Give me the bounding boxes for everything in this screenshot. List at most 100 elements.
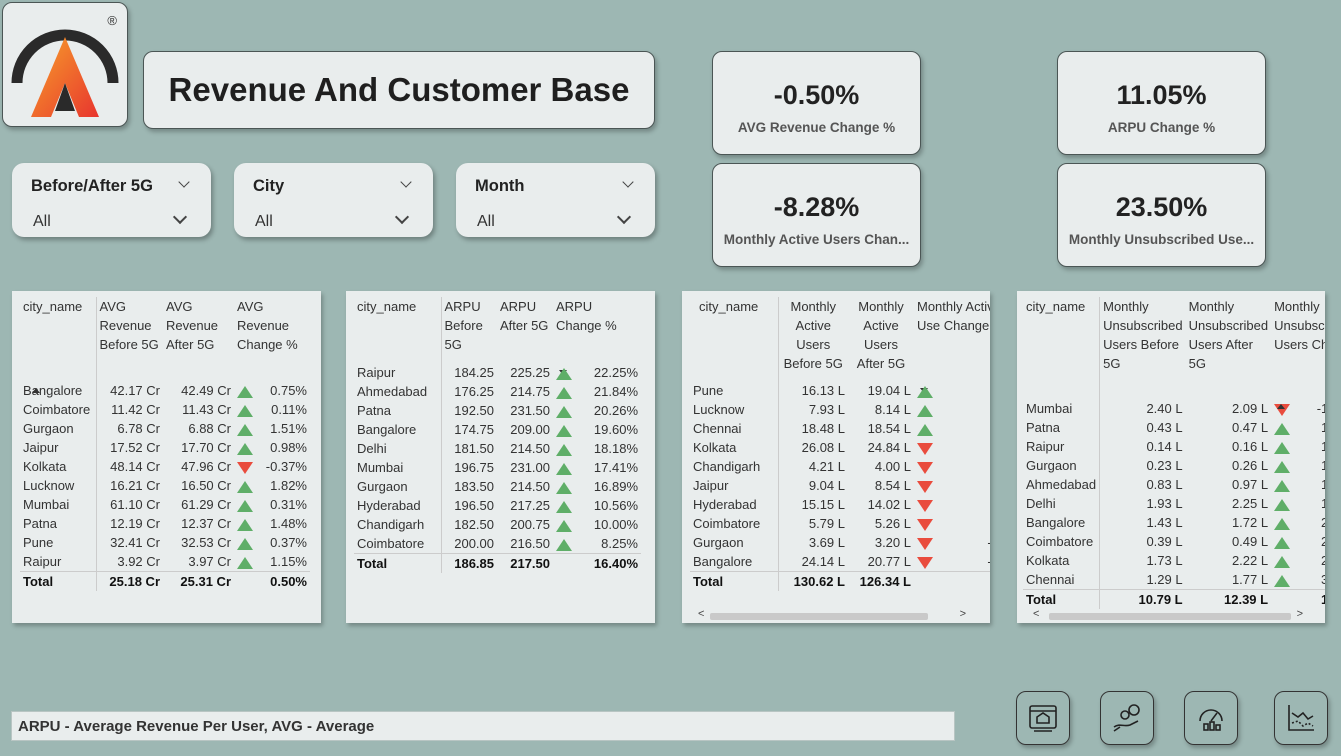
table-row[interactable]: Bangalore 24.14 L 20.77 L -13.9 bbox=[690, 552, 990, 572]
table-row[interactable]: Bangalore 42.17 Cr 42.49 Cr 0.75% bbox=[20, 381, 310, 400]
table-row[interactable]: Ahmedabad 176.25 214.75 21.84% bbox=[354, 382, 641, 401]
chevron-down-icon[interactable] bbox=[400, 176, 412, 188]
table-row[interactable]: Gurgaon 0.23 L 0.26 L 12.09 bbox=[1023, 456, 1325, 475]
trend-up-icon bbox=[237, 480, 253, 493]
chevron-down-icon[interactable] bbox=[178, 176, 190, 188]
slicer-before-after-5g[interactable]: Before/After 5G All bbox=[12, 163, 211, 237]
table-row[interactable]: Ahmedabad 0.83 L 0.97 L 16.27 bbox=[1023, 475, 1325, 494]
table-row[interactable]: Patna 192.50 231.50 20.26% bbox=[354, 401, 641, 420]
unsubscribed-users-table[interactable]: city_name Monthly Unsubscribed Users Bef… bbox=[1017, 291, 1325, 623]
cell-change: 0.3 bbox=[936, 419, 990, 438]
column-header-arpu-change[interactable]: ARPU Change % bbox=[553, 297, 641, 375]
column-header-city-name[interactable]: city_name bbox=[20, 297, 97, 393]
scroll-right-arrow-icon[interactable]: > bbox=[960, 608, 966, 620]
table-row[interactable]: Coimbatore 5.79 L 5.26 L -9.2 bbox=[690, 514, 990, 533]
horizontal-scrollbar[interactable]: < > bbox=[682, 608, 990, 623]
table-row[interactable]: Hyderabad 15.15 L 14.02 L -7.4 bbox=[690, 495, 990, 514]
nav-users-button[interactable] bbox=[1184, 691, 1238, 745]
column-header-active-change[interactable]: Monthly Active Use Change % bbox=[914, 297, 990, 393]
table-row[interactable]: Pune 16.13 L 19.04 L 18.0 bbox=[690, 381, 990, 400]
cell-before: 3.92 Cr bbox=[117, 554, 160, 569]
cell-change: 10.56% bbox=[593, 498, 638, 513]
money-hand-icon bbox=[1113, 704, 1140, 732]
column-header-arpu-after[interactable]: ARPU After 5G bbox=[497, 297, 553, 363]
scrollbar-thumb[interactable] bbox=[710, 613, 928, 620]
column-header-city-name[interactable]: city_name bbox=[1023, 297, 1101, 399]
slicer-value[interactable]: All bbox=[477, 213, 495, 231]
column-header-arpu-before[interactable]: ARPU Before 5G bbox=[441, 297, 497, 363]
scroll-left-arrow-icon[interactable]: < bbox=[698, 608, 704, 620]
column-header-unsub-before[interactable]: Monthly Unsubscribed Users Before 5G bbox=[1100, 297, 1186, 399]
table-row[interactable]: Hyderabad 196.50 217.25 10.56% bbox=[354, 496, 641, 515]
sort-ascending-icon[interactable] bbox=[32, 388, 40, 393]
nav-trends-button[interactable] bbox=[1274, 691, 1328, 745]
table-row[interactable]: Kolkata 26.08 L 24.84 L -4.7 bbox=[690, 438, 990, 457]
nav-home-button[interactable] bbox=[1016, 691, 1070, 745]
cell-after: 0.49 L bbox=[1231, 534, 1269, 549]
table-row[interactable]: Bangalore 1.43 L 1.72 L 20.67 bbox=[1023, 513, 1325, 532]
table-row[interactable]: Raipur 184.25 225.25 22.25% bbox=[354, 363, 641, 382]
trend-up-icon bbox=[556, 443, 572, 456]
scroll-right-arrow-icon[interactable]: > bbox=[1297, 608, 1303, 620]
slicer-value[interactable]: All bbox=[33, 213, 51, 231]
column-header-revenue-after[interactable]: AVG Revenue After 5G bbox=[163, 297, 234, 381]
table-row[interactable]: Lucknow 7.93 L 8.14 L 2.6 bbox=[690, 400, 990, 419]
column-header-revenue-change[interactable]: AVG Revenue Change % bbox=[234, 297, 310, 381]
scrollbar-thumb[interactable] bbox=[1049, 613, 1291, 620]
cell-city: Coimbatore bbox=[690, 514, 779, 533]
column-header-active-after[interactable]: Monthly Active Users After 5G bbox=[848, 297, 914, 381]
horizontal-scrollbar[interactable]: < > bbox=[1017, 608, 1325, 623]
table-row[interactable]: Raipur 0.14 L 0.16 L 10.53 bbox=[1023, 437, 1325, 456]
table-row[interactable]: Gurgaon 3.69 L 3.20 L -13.0 bbox=[690, 533, 990, 552]
active-users-table[interactable]: city_name Monthly Active Users Before 5G… bbox=[682, 291, 990, 623]
total-row: Total130.62 L126.34 L -3.2 bbox=[690, 571, 990, 591]
nav-revenue-button[interactable] bbox=[1100, 691, 1154, 745]
table-row[interactable]: Kolkata 1.73 L 2.22 L 27.85 bbox=[1023, 551, 1325, 570]
sort-ascending-icon[interactable] bbox=[1277, 404, 1286, 409]
table-row[interactable]: Coimbatore 0.39 L 0.49 L 26.45 bbox=[1023, 532, 1325, 551]
table-row[interactable]: Delhi 181.50 214.50 18.18% bbox=[354, 439, 641, 458]
table-row[interactable]: Raipur 3.92 Cr 3.97 Cr 1.15% bbox=[20, 552, 310, 572]
table-row[interactable]: Gurgaon 183.50 214.50 16.89% bbox=[354, 477, 641, 496]
table-row[interactable]: Patna 12.19 Cr 12.37 Cr 1.48% bbox=[20, 514, 310, 533]
table-row[interactable]: Coimbatore 11.42 Cr 11.43 Cr 0.11% bbox=[20, 400, 310, 419]
cell-change: -13.0 bbox=[936, 533, 990, 552]
table-row[interactable]: Delhi 1.93 L 2.25 L 16.62 bbox=[1023, 494, 1325, 513]
table-row[interactable]: Chandigarh 4.21 L 4.00 L -4.9 bbox=[690, 457, 990, 476]
table-row[interactable]: Jaipur 9.04 L 8.54 L -5.5 bbox=[690, 476, 990, 495]
chevron-down-icon[interactable] bbox=[172, 209, 188, 225]
table-row[interactable]: Bangalore 174.75 209.00 19.60% bbox=[354, 420, 641, 439]
table-row[interactable]: Mumbai 61.10 Cr 61.29 Cr 0.31% bbox=[20, 495, 310, 514]
cell-change: 1.82% bbox=[270, 478, 307, 493]
chevron-down-icon[interactable] bbox=[616, 209, 632, 225]
column-header-active-before[interactable]: Monthly Active Users Before 5G bbox=[778, 297, 848, 381]
column-header-revenue-before[interactable]: AVG Revenue Before 5G bbox=[96, 297, 163, 381]
revenue-table[interactable]: city_name AVG Revenue Before 5G AVG Reve… bbox=[12, 291, 321, 623]
table-row[interactable]: Gurgaon 6.78 Cr 6.88 Cr 1.51% bbox=[20, 419, 310, 438]
table-row[interactable]: Lucknow 16.21 Cr 16.50 Cr 1.82% bbox=[20, 476, 310, 495]
scroll-left-arrow-icon[interactable]: < bbox=[1033, 608, 1039, 620]
table-row[interactable]: Jaipur 17.52 Cr 17.70 Cr 0.98% bbox=[20, 438, 310, 457]
chevron-down-icon[interactable] bbox=[394, 209, 410, 225]
column-header-unsub-change[interactable]: Monthly Unsubscribed Users Chg % bbox=[1271, 297, 1325, 409]
arpu-table[interactable]: city_name ARPU Before 5G ARPU After 5G A… bbox=[346, 291, 655, 623]
table-row[interactable]: Chennai 1.29 L 1.77 L 36.94 bbox=[1023, 570, 1325, 590]
trend-up-icon bbox=[1274, 441, 1291, 454]
cell-city: Kolkata bbox=[20, 457, 97, 476]
column-header-city-name[interactable]: city_name bbox=[354, 297, 442, 363]
column-header-city-name[interactable]: city_name bbox=[690, 297, 779, 381]
chevron-down-icon[interactable] bbox=[622, 176, 634, 188]
slicer-city[interactable]: City All bbox=[234, 163, 433, 237]
table-row[interactable]: Mumbai 196.75 231.00 17.41% bbox=[354, 458, 641, 477]
slicer-value[interactable]: All bbox=[255, 213, 273, 231]
cell-before: 16.13 L bbox=[801, 383, 845, 398]
table-row[interactable]: Coimbatore 200.00 216.50 8.25% bbox=[354, 534, 641, 554]
table-row[interactable]: Kolkata 48.14 Cr 47.96 Cr -0.37% bbox=[20, 457, 310, 476]
table-row[interactable]: Chandigarh 182.50 200.75 10.00% bbox=[354, 515, 641, 534]
column-header-unsub-after[interactable]: Monthly Unsubscribed Users After 5G bbox=[1186, 297, 1271, 399]
table-row[interactable]: Pune 32.41 Cr 32.53 Cr 0.37% bbox=[20, 533, 310, 552]
table-row[interactable]: Chennai 18.48 L 18.54 L 0.3 bbox=[690, 419, 990, 438]
table-row[interactable]: Patna 0.43 L 0.47 L 10.53 bbox=[1023, 418, 1325, 437]
slicer-month[interactable]: Month All bbox=[456, 163, 655, 237]
trend-up-icon bbox=[1274, 422, 1291, 435]
